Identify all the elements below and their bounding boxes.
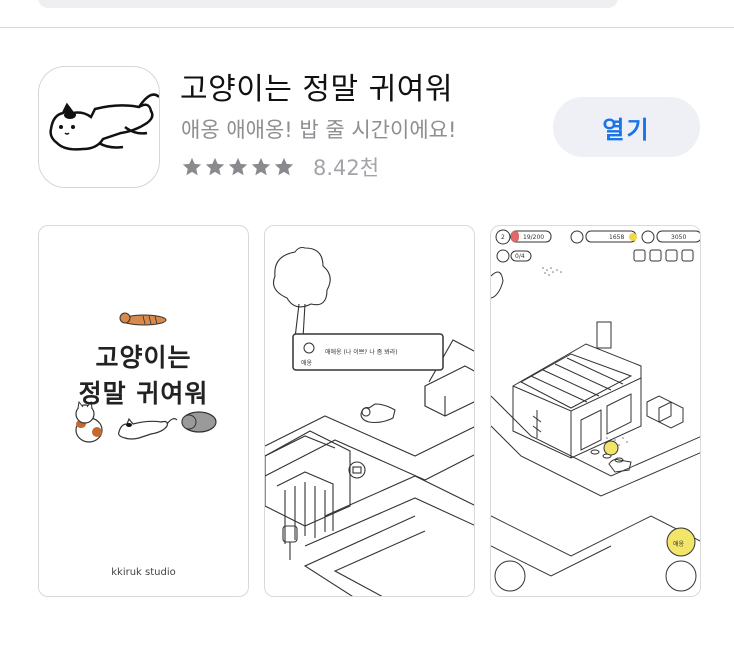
screenshot-1[interactable]: 고양이는 정말 귀여워 kkiruk studio: [38, 225, 249, 597]
counter-text: 0/4: [515, 253, 525, 260]
cats-illustration: [75, 312, 217, 443]
feed-label: 애옹: [673, 541, 685, 548]
star-icon: [251, 157, 271, 176]
open-button[interactable]: 열기: [553, 97, 700, 157]
rating-stars: [181, 156, 295, 178]
screenshot-3[interactable]: 2 19/200 0/4 1658 3050 애옹: [490, 225, 701, 597]
star-icon: [274, 157, 294, 176]
star-icon: [182, 157, 202, 176]
currency-1: 1658: [609, 234, 625, 241]
dialog-text: 애애옹 (나 이쁘? 나 좀 봐라): [325, 349, 398, 356]
app-icon[interactable]: [38, 66, 160, 188]
promo-title-line1: 고양이는: [95, 343, 192, 372]
promo-title-line2: 정말 귀여워: [78, 379, 209, 408]
app-title: 고양이는 정말 귀여워: [180, 72, 453, 107]
studio-label: kkiruk studio: [111, 567, 176, 578]
house-scene: [491, 229, 700, 592]
app-subtitle: 애옹 애애옹! 밥 줄 시간이에요!: [181, 118, 457, 142]
cat-icon: [49, 93, 159, 151]
search-bar-remnant[interactable]: [38, 0, 618, 8]
dialog-speaker: 애옹: [301, 360, 313, 367]
progress-text: 19/200: [523, 234, 545, 241]
rating-count: 8.42천: [313, 156, 380, 180]
currency-2: 3050: [671, 234, 687, 241]
divider: [0, 27, 734, 28]
star-icon: [228, 157, 248, 176]
screenshot-2[interactable]: 애옹 애애옹 (나 이쁘? 나 좀 봐라): [264, 225, 475, 597]
star-icon: [205, 157, 225, 176]
level-badge: 2: [501, 234, 505, 241]
street-scene: [265, 246, 474, 596]
rating-row: 8.42천: [181, 152, 379, 182]
